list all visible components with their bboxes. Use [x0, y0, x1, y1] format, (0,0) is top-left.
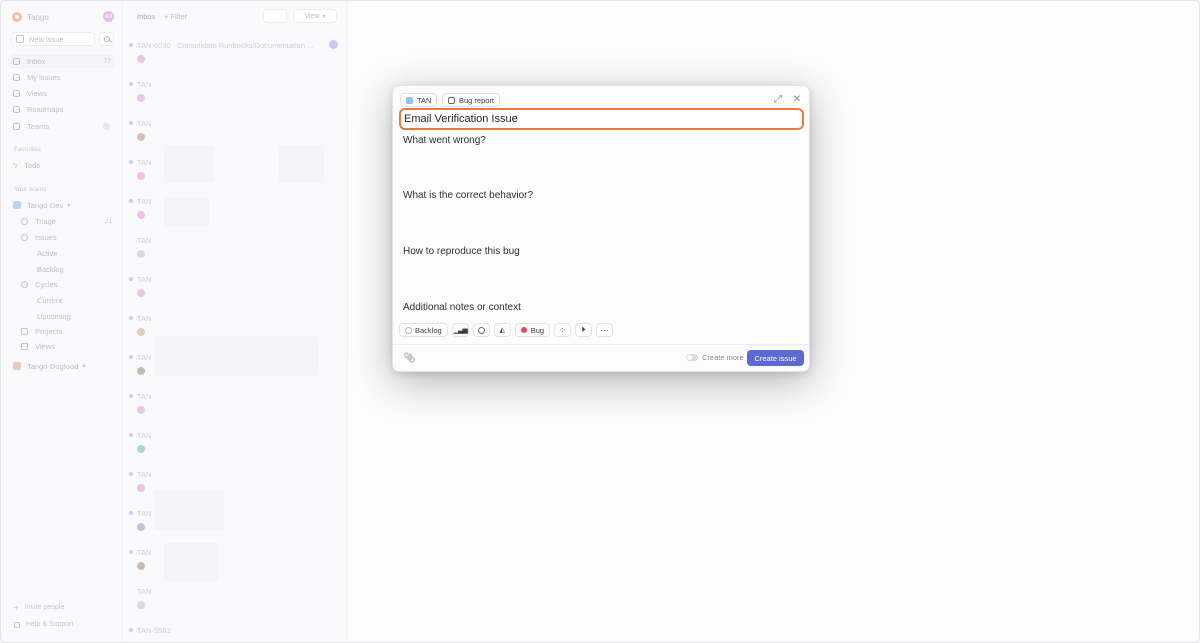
expand-icon[interactable]: ⤢: [773, 95, 783, 105]
status-label: Backlog: [415, 325, 442, 335]
description-heading[interactable]: How to reproduce this bug: [403, 246, 520, 257]
template-icon: [448, 96, 455, 104]
create-more-toggle[interactable]: [686, 354, 698, 361]
project-grid-icon: ⁘: [559, 325, 566, 335]
estimate-selector[interactable]: ◭: [493, 323, 511, 337]
create-more-label: Create more: [702, 353, 744, 362]
status-selector[interactable]: Backlog: [399, 323, 448, 337]
issue-title-input[interactable]: [399, 108, 804, 130]
new-issue-modal: TAN › Bug report ⤢ ✕ What went wrong? Wh…: [392, 85, 810, 372]
priority-selector[interactable]: ▁▃▅: [451, 323, 469, 337]
label-name: Bug: [530, 325, 545, 335]
chevron-right-icon: ›: [435, 95, 438, 104]
description-heading[interactable]: Additional notes or context: [403, 302, 521, 313]
template-selector[interactable]: Bug report: [442, 93, 501, 107]
estimate-icon: ◭: [499, 327, 505, 334]
team-chip-label: TAN: [417, 95, 432, 105]
assignee-selector[interactable]: [472, 323, 490, 337]
paperclip-icon[interactable]: 📎︎: [403, 353, 416, 364]
description-heading[interactable]: What is the correct behavior?: [403, 190, 533, 201]
ellipsis-icon: ⋯: [600, 325, 609, 335]
team-selector[interactable]: TAN: [400, 93, 438, 107]
close-icon[interactable]: ✕: [792, 95, 802, 105]
cycle-selector[interactable]: ⏵: [575, 323, 593, 337]
project-selector[interactable]: ⁘: [554, 323, 572, 337]
cycle-play-icon: ⏵: [581, 325, 586, 334]
label-color-dot: [520, 327, 527, 333]
more-options-button[interactable]: ⋯: [596, 323, 614, 337]
description-heading[interactable]: What went wrong?: [403, 135, 486, 146]
label-selector[interactable]: Bug: [514, 323, 551, 337]
app-window: Tango AM New issue Inbox 77 My issues Vi…: [0, 0, 1200, 643]
create-issue-button[interactable]: Create issue: [747, 350, 804, 366]
priority-icon: ▁▃▅: [453, 327, 468, 334]
issue-properties-bar: Backlog ▁▃▅ ◭ Bug ⁘ ⏵ ⋯: [399, 323, 617, 337]
team-icon: [406, 96, 413, 104]
footer-divider: [393, 344, 809, 345]
user-icon: [477, 326, 485, 334]
backlog-status-icon: [405, 326, 412, 334]
template-chip-label: Bug report: [459, 95, 495, 105]
